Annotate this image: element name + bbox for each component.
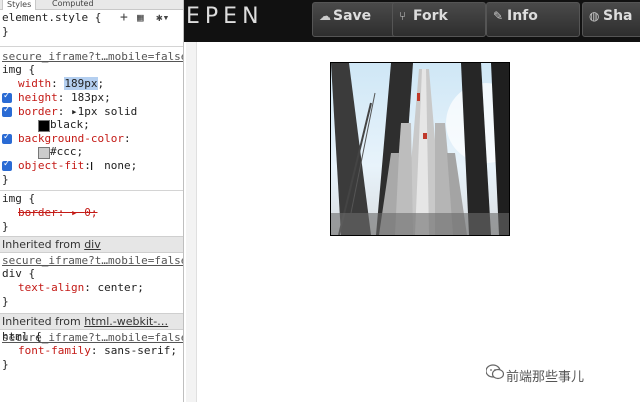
object-fit-prop: object-fit bbox=[18, 159, 85, 172]
color-swatch-black[interactable] bbox=[38, 120, 50, 132]
text-align-declaration[interactable]: text-align: center; bbox=[18, 281, 144, 295]
tab-computed[interactable]: Computed bbox=[48, 0, 98, 9]
rule-selector[interactable]: img { bbox=[2, 63, 35, 77]
text-align-value[interactable]: center; bbox=[97, 281, 143, 294]
rule-source-link[interactable]: secure_iframe?t…mobile=false bbox=[2, 50, 183, 63]
edit-icon: ✎ bbox=[493, 9, 504, 23]
width-value[interactable]: 189px bbox=[64, 77, 98, 90]
rule-close: } bbox=[2, 25, 9, 38]
object-fit-checkbox[interactable] bbox=[2, 159, 12, 171]
font-family-prop: font-family bbox=[18, 344, 91, 357]
inherited-html-link[interactable]: html.-webkit-… bbox=[84, 315, 168, 328]
background-prop: background-color bbox=[18, 132, 124, 145]
background-checkbox[interactable] bbox=[2, 132, 12, 144]
fork-button[interactable]: ⑂ Fork bbox=[392, 2, 486, 37]
resize-handle[interactable] bbox=[186, 42, 197, 402]
rule-close: } bbox=[2, 295, 9, 308]
height-prop: height bbox=[18, 91, 58, 104]
border-value-overridden: 0; bbox=[84, 206, 98, 219]
font-family-declaration[interactable]: font-family: sans-serif; bbox=[18, 344, 177, 358]
element-style-selector[interactable]: element.style { bbox=[2, 11, 101, 25]
border-value[interactable]: 1px solid bbox=[78, 105, 138, 118]
object-fit-value[interactable]: none; bbox=[104, 159, 137, 172]
watermark-text: 前端那些事儿 bbox=[506, 370, 585, 385]
share-button[interactable]: ◍ Sha bbox=[582, 2, 640, 37]
text-align-prop: text-align bbox=[18, 281, 85, 294]
rule-selector[interactable]: html { bbox=[2, 330, 42, 344]
width-prop: width bbox=[18, 77, 52, 90]
border-checkbox[interactable] bbox=[2, 105, 12, 117]
height-declaration[interactable]: height: 183px; bbox=[18, 91, 111, 105]
background-value[interactable]: #ccc; bbox=[50, 145, 83, 159]
width-declaration[interactable]: width: 189px; bbox=[18, 77, 104, 91]
object-fit-declaration[interactable]: object-fit: none; bbox=[18, 159, 137, 173]
rule-selector[interactable]: div { bbox=[2, 267, 35, 281]
toggle-state-icon[interactable]: ▦ bbox=[137, 11, 144, 25]
fork-icon: ⑂ bbox=[399, 9, 407, 23]
save-button-label: Save bbox=[333, 8, 372, 24]
border-value-color[interactable]: black; bbox=[50, 118, 90, 132]
inherited-from-div-header: Inherited from div bbox=[0, 236, 183, 253]
font-family-value[interactable]: sans-serif; bbox=[104, 344, 177, 357]
cloud-icon: ☁ bbox=[319, 9, 331, 23]
rocket-image bbox=[330, 62, 510, 236]
border-overridden-declaration[interactable]: border: ▸ 0; bbox=[18, 206, 98, 220]
rule-selector[interactable]: img { bbox=[2, 192, 35, 206]
tab-styles[interactable]: Styles bbox=[2, 0, 37, 10]
wechat-icon bbox=[486, 364, 504, 380]
fork-button-label: Fork bbox=[413, 8, 448, 24]
rule-close: } bbox=[2, 173, 9, 186]
devtools-tabs: Styles Computed bbox=[0, 0, 183, 10]
info-button-label: Info bbox=[507, 8, 538, 24]
styles-panel: Styles Computed element.style { + ▦ ✱▾ }… bbox=[0, 0, 184, 402]
info-button[interactable]: ✎ Info bbox=[486, 2, 580, 37]
height-checkbox[interactable] bbox=[2, 91, 12, 103]
height-value[interactable]: 183px; bbox=[71, 91, 111, 104]
rule-source-link[interactable]: secure_iframe?t…mobile=false bbox=[2, 254, 183, 267]
inherited-from-html-header: Inherited from html.-webkit-… bbox=[0, 313, 183, 330]
inherited-div-link[interactable]: div bbox=[84, 238, 101, 251]
border-prop: border bbox=[18, 105, 58, 118]
text-cursor-icon: I bbox=[90, 160, 94, 173]
globe-icon: ◍ bbox=[589, 9, 600, 23]
inherited-label: Inherited from bbox=[2, 315, 85, 328]
codepen-logo[interactable]: EPEN bbox=[186, 4, 264, 29]
add-rule-icon[interactable]: + bbox=[120, 11, 128, 25]
border-declaration[interactable]: border: ▸1px solid bbox=[18, 105, 137, 119]
rule-close: } bbox=[2, 220, 9, 233]
inherited-label: Inherited from bbox=[2, 238, 85, 251]
share-button-label: Sha bbox=[603, 8, 633, 24]
codepen-header: EPEN ☁ Save ⑂ Fork ✎ Info ◍ Sha bbox=[184, 0, 640, 42]
background-declaration[interactable]: background-color: bbox=[18, 132, 131, 146]
color-swatch-ccc[interactable] bbox=[38, 147, 50, 159]
border-prop-overridden: border bbox=[18, 206, 58, 219]
rule-close: } bbox=[2, 358, 9, 371]
settings-icon[interactable]: ✱▾ bbox=[156, 11, 169, 25]
